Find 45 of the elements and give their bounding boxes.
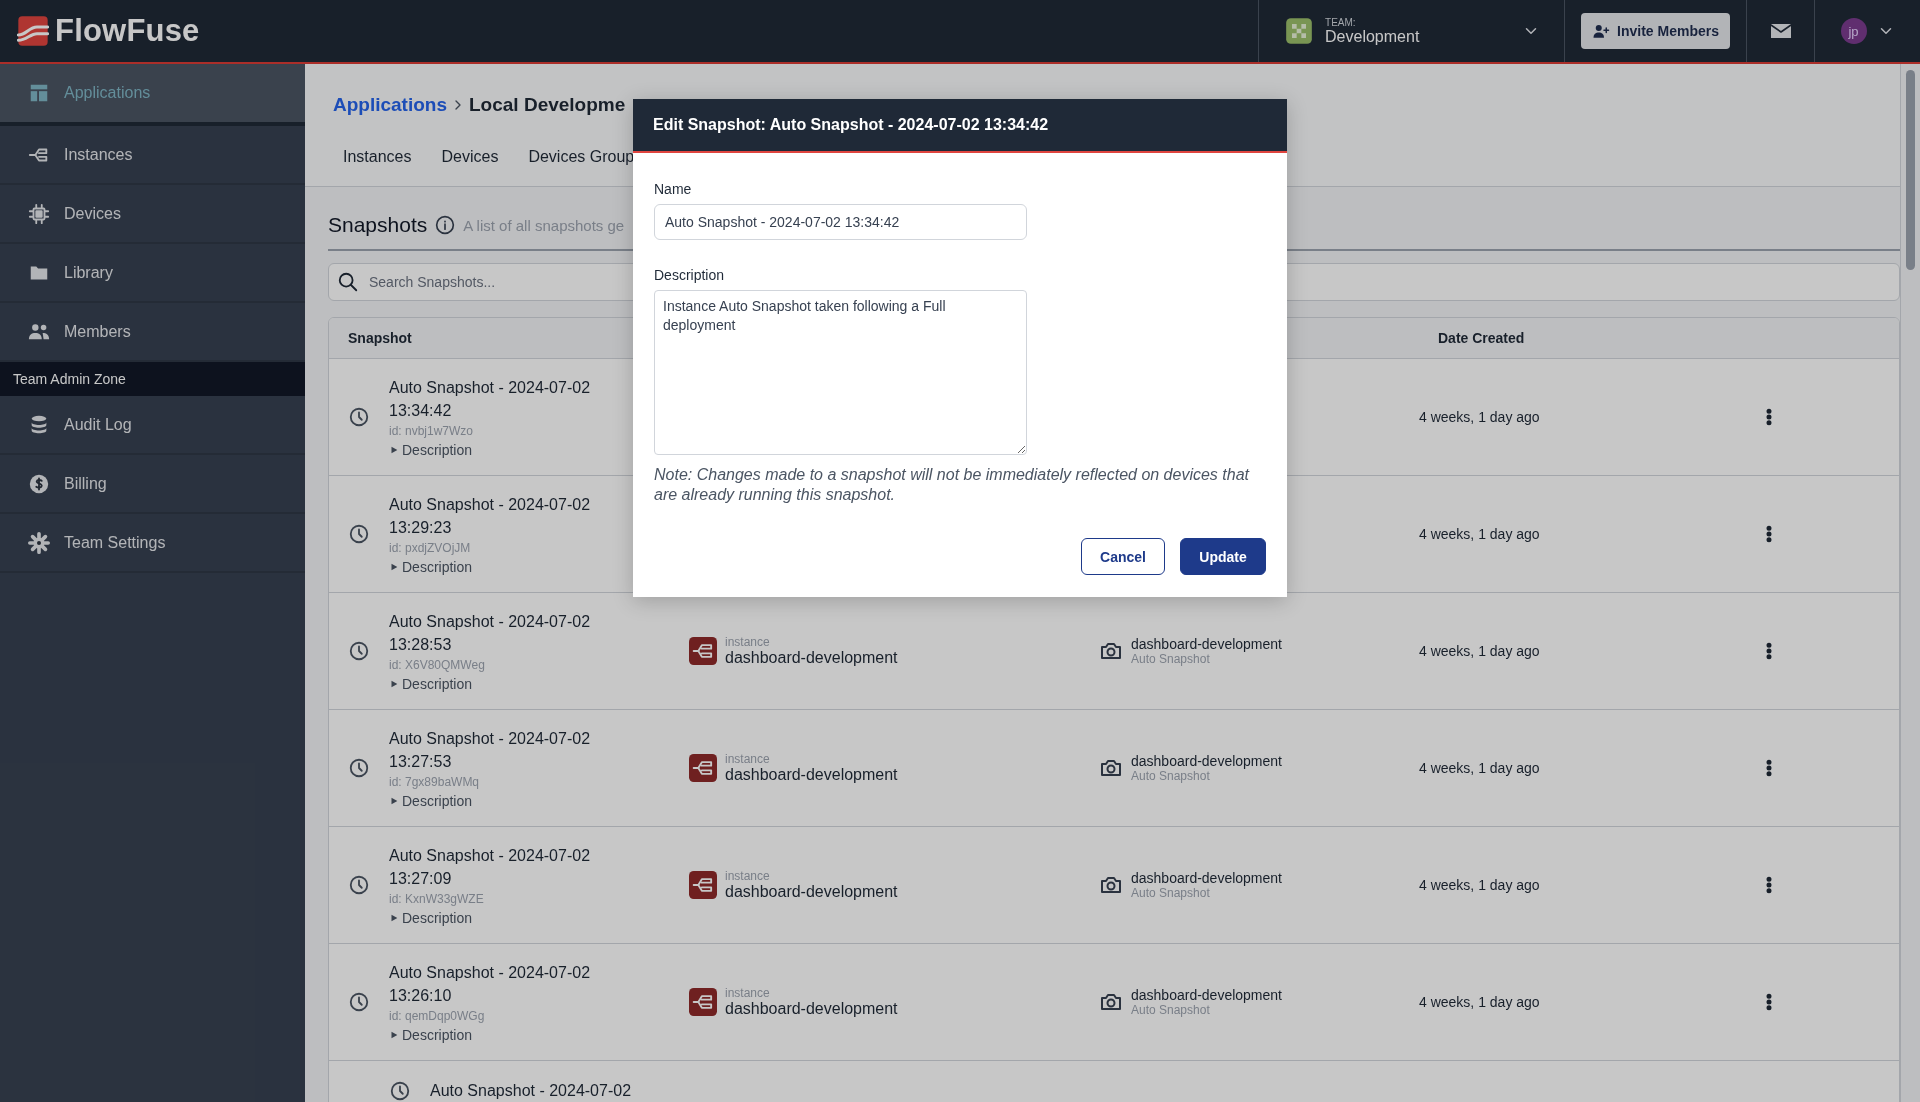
snapshot-id: id: X6V80QMWeg	[389, 658, 486, 672]
note-text: Note: Changes made to a snapshot will not be immediately reflected on devices that are already running this snapshot.	[654, 465, 1251, 505]
brand-name: FlowFuse	[55, 13, 200, 49]
date-created: 4 weeks, 1 day ago	[1419, 643, 1540, 659]
snapshot-name: Auto Snapshot - 2024-07-02 13:28:53	[389, 612, 592, 655]
snapshot-type: Auto Snapshot	[1131, 769, 1211, 783]
field-label: Name	[654, 181, 693, 197]
team-name: Development	[1325, 27, 1421, 46]
team-label: TEAM:	[1325, 16, 1357, 28]
instance-label: instance	[725, 752, 771, 766]
snapshot-name: Auto Snapshot - 2024-07-02 13:26:10	[389, 963, 592, 1006]
instance-label: instance	[725, 635, 771, 649]
snapshot-id: id: nvbj1w7Wzo	[389, 424, 475, 438]
snapshot-name: Auto Snapshot - 2024-07-02	[430, 1081, 633, 1101]
snapshot-type: Auto Snapshot	[1131, 652, 1211, 666]
field-label: Description	[654, 267, 726, 283]
section-title: Snapshots	[328, 213, 428, 237]
column-header: Snapshot	[348, 330, 412, 346]
snapshot-source: dashboard-development	[1131, 636, 1282, 652]
date-created: 4 weeks, 1 day ago	[1419, 760, 1540, 776]
snapshot-source: dashboard-development	[1131, 870, 1282, 886]
snapshot-id: id: KxnW33gWZE	[389, 892, 485, 906]
snapshot-name: Auto Snapshot - 2024-07-02 13:27:53	[389, 729, 592, 772]
date-created: 4 weeks, 1 day ago	[1419, 526, 1540, 542]
snapshot-id: id: qemDqp0WGg	[389, 1009, 486, 1023]
snapshot-source: dashboard-development	[1131, 753, 1282, 769]
section-heading: Team Admin Zone	[0, 362, 305, 396]
user-avatar: jp	[1840, 18, 1867, 44]
instance-label: instance	[725, 986, 771, 1000]
date-created: 4 weeks, 1 day ago	[1419, 409, 1540, 425]
instance-label: instance	[725, 869, 771, 883]
snapshot-name: Auto Snapshot - 2024-07-02 13:27:09	[389, 846, 592, 889]
section-description: A list of all snapshots ge	[463, 216, 625, 234]
snapshot-type: Auto Snapshot	[1131, 1003, 1211, 1017]
snapshot-name: Auto Snapshot - 2024-07-02 13:34:42	[389, 378, 592, 421]
column-header: Date Created	[1438, 330, 1525, 346]
snapshot-id: id: 7gx89baWMq	[389, 775, 481, 789]
dialog-title: Edit Snapshot: Auto Snapshot - 2024-07-02 13:34:42	[633, 99, 1287, 153]
snapshot-source: dashboard-development	[1131, 987, 1282, 1003]
date-created: 4 weeks, 1 day ago	[1419, 877, 1540, 893]
date-created: 4 weeks, 1 day ago	[1419, 994, 1540, 1010]
snapshot-type: Auto Snapshot	[1131, 886, 1211, 900]
snapshot-name: Auto Snapshot - 2024-07-02 13:29:23	[389, 495, 592, 538]
snapshot-id: id: pxdjZVOjJM	[389, 541, 472, 555]
breadcrumb-current: Local Developme	[469, 94, 626, 116]
